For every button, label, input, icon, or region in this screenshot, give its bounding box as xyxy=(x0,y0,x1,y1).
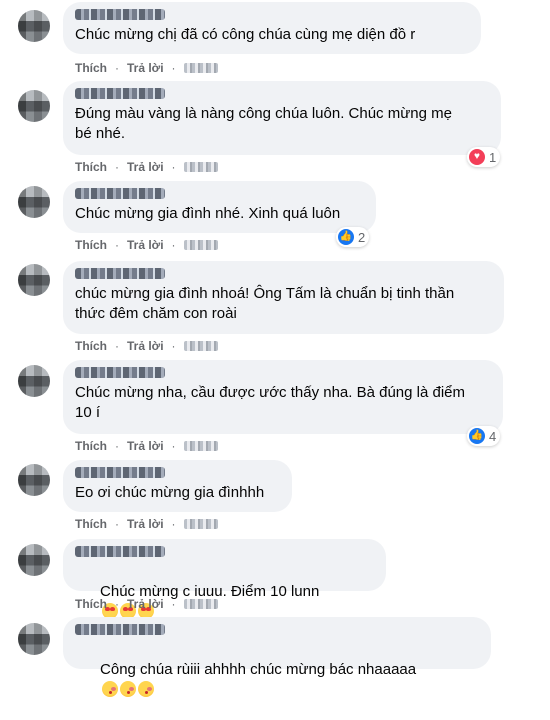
like-link[interactable]: Thích xyxy=(75,597,107,611)
commenter-name-blurred[interactable] xyxy=(75,546,165,557)
commenter-name-blurred[interactable] xyxy=(75,9,165,20)
separator: · xyxy=(171,439,176,453)
comment-text: Chúc mừng gia đình nhé. Xinh quá luôn xyxy=(75,205,341,222)
commenter-name-blurred[interactable] xyxy=(75,88,165,99)
comment-bubble: Eo ơi chúc mừng gia đìnhhh xyxy=(63,460,292,512)
comment-actions: Thích · Trả lời · xyxy=(75,339,218,353)
kissing-emoji xyxy=(102,681,119,697)
reply-link[interactable]: Trả lời xyxy=(127,61,164,75)
comment-bubble: Chúc mừng nha, cầu được ước thấy nha. Bà… xyxy=(63,360,503,434)
commenter-name-blurred[interactable] xyxy=(75,467,165,478)
comment-actions: Thích · Trả lời · xyxy=(75,517,218,531)
timestamp-blurred[interactable] xyxy=(183,240,218,250)
comment-text-row: Công chúa rùiii ahhhh chúc mừng bác nhaa… xyxy=(75,640,479,720)
kissing-emoji xyxy=(138,681,155,697)
comment-text: Đúng màu vàng là nàng công chúa luôn. Ch… xyxy=(75,105,452,142)
like-link[interactable]: Thích xyxy=(75,517,107,531)
comment-text: Chúc mừng chị đã có công chúa cùng mẹ di… xyxy=(75,26,416,43)
separator: · xyxy=(115,597,119,611)
separator: · xyxy=(115,439,119,453)
kissing-emoji xyxy=(120,681,137,697)
separator: · xyxy=(171,339,176,353)
comment-bubble: Chúc mừng c iuuu. Điểm 10 lunn xyxy=(63,539,386,619)
reply-link[interactable]: Trả lời xyxy=(127,597,164,611)
avatar[interactable] xyxy=(18,10,50,42)
reaction-summary[interactable]: ♥ 1 xyxy=(467,147,501,167)
comment-actions: Thích · Trả lời · xyxy=(75,238,218,252)
timestamp-blurred[interactable] xyxy=(183,441,218,451)
heart-icon: ♥ xyxy=(469,149,485,165)
comment-text: chúc mừng gia đình nhoá! Ông Tấm là chuẩ… xyxy=(75,285,455,322)
like-link[interactable]: Thích xyxy=(75,160,107,174)
reaction-summary[interactable]: 👍 2 xyxy=(336,227,370,247)
like-link[interactable]: Thích xyxy=(75,439,107,453)
avatar[interactable] xyxy=(18,623,50,655)
separator: · xyxy=(115,160,119,174)
avatar[interactable] xyxy=(18,186,50,218)
reaction-count: 1 xyxy=(489,149,497,165)
separator: · xyxy=(171,597,176,611)
separator: · xyxy=(115,517,119,531)
avatar[interactable] xyxy=(18,365,50,397)
avatar[interactable] xyxy=(18,264,50,296)
like-icon: 👍 xyxy=(338,229,354,245)
commenter-name-blurred[interactable] xyxy=(75,624,165,635)
avatar[interactable] xyxy=(18,464,50,496)
comment-text: Công chúa rùiii ahhhh chúc mừng bác nhaa… xyxy=(100,661,417,678)
reaction-summary[interactable]: 👍 4 xyxy=(467,426,501,446)
comment-actions: Thích · Trả lời · xyxy=(75,61,218,75)
timestamp-blurred[interactable] xyxy=(183,341,218,351)
avatar[interactable] xyxy=(18,544,50,576)
like-link[interactable]: Thích xyxy=(75,339,107,353)
comment-bubble: Chúc mừng chị đã có công chúa cùng mẹ di… xyxy=(63,2,481,54)
like-link[interactable]: Thích xyxy=(75,238,107,252)
separator: · xyxy=(171,160,176,174)
reaction-count: 2 xyxy=(358,229,366,245)
separator: · xyxy=(115,238,119,252)
avatar[interactable] xyxy=(18,90,50,122)
reaction-count: 4 xyxy=(489,428,497,444)
comment-actions: Thích · Trả lời · xyxy=(75,160,218,174)
comment-bubble: Công chúa rùiii ahhhh chúc mừng bác nhaa… xyxy=(63,617,491,697)
comment-bubble: Đúng màu vàng là nàng công chúa luôn. Ch… xyxy=(63,81,501,155)
separator: · xyxy=(115,61,119,75)
timestamp-blurred[interactable] xyxy=(183,519,218,529)
comment-text: Eo ơi chúc mừng gia đìnhhh xyxy=(75,484,265,501)
commenter-name-blurred[interactable] xyxy=(75,188,165,199)
like-link[interactable]: Thích xyxy=(75,61,107,75)
separator: · xyxy=(115,339,119,353)
reply-link[interactable]: Trả lời xyxy=(127,160,164,174)
comment-text: Chúc mừng nha, cầu được ước thấy nha. Bà… xyxy=(75,384,466,421)
comment-actions: Thích · Trả lời · xyxy=(75,597,218,611)
reply-link[interactable]: Trả lời xyxy=(127,238,164,252)
comment-bubble: Chúc mừng gia đình nhé. Xinh quá luôn xyxy=(63,181,376,233)
reply-link[interactable]: Trả lời xyxy=(127,439,164,453)
like-icon: 👍 xyxy=(469,428,485,444)
comment-bubble: chúc mừng gia đình nhoá! Ông Tấm là chuẩ… xyxy=(63,261,504,334)
reply-link[interactable]: Trả lời xyxy=(127,517,164,531)
separator: · xyxy=(171,238,176,252)
commenter-name-blurred[interactable] xyxy=(75,268,165,279)
separator: · xyxy=(171,517,176,531)
timestamp-blurred[interactable] xyxy=(183,63,218,73)
timestamp-blurred[interactable] xyxy=(183,599,218,609)
commenter-name-blurred[interactable] xyxy=(75,367,165,378)
comment-actions: Thích · Trả lời · xyxy=(75,439,218,453)
timestamp-blurred[interactable] xyxy=(183,162,218,172)
reply-link[interactable]: Trả lời xyxy=(127,339,164,353)
separator: · xyxy=(171,61,176,75)
